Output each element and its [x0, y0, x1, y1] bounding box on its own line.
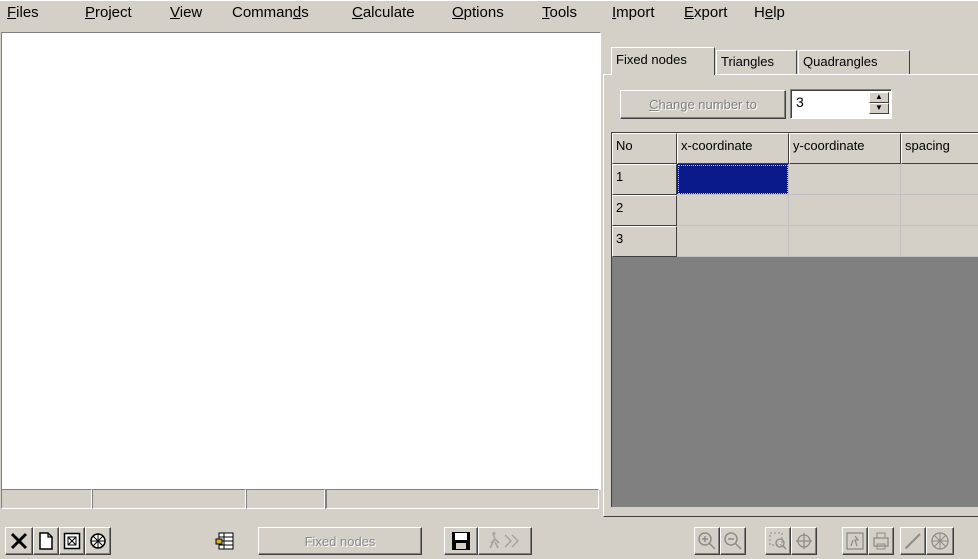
- menu-project[interactable]: Project: [85, 4, 132, 21]
- zoom-window-button[interactable]: [765, 527, 791, 555]
- delete-button[interactable]: [5, 527, 33, 555]
- menu-help[interactable]: Help: [754, 4, 785, 21]
- number-spinner[interactable]: 3 ▲ ▼: [790, 89, 892, 119]
- mode-button-label: Fixed nodes: [304, 533, 376, 549]
- status-panel-2: [92, 489, 246, 509]
- pan-icon: [796, 533, 812, 549]
- number-spinner-value: 3: [796, 94, 804, 110]
- menu-commands[interactable]: Commands: [232, 4, 309, 21]
- spreadsheet-icon: [215, 532, 234, 550]
- new-button[interactable]: [33, 527, 59, 555]
- grid-cell-spacing[interactable]: [901, 226, 978, 257]
- change-number-button[interactable]: Change number to: [620, 90, 786, 119]
- row-number: 2: [612, 195, 677, 226]
- wheel-button[interactable]: [85, 527, 111, 555]
- pan-button[interactable]: [791, 527, 817, 555]
- change-number-label: Change number to: [649, 97, 757, 112]
- grid-header-spacing: spacing: [901, 133, 978, 164]
- row-number: 1: [612, 164, 677, 195]
- menu-bar: Files Project View Commands Calculate Op…: [0, 0, 978, 24]
- run-button[interactable]: [478, 527, 532, 555]
- wheel-icon: [90, 533, 106, 549]
- refresh-button[interactable]: [842, 527, 868, 555]
- refresh-icon: [846, 532, 864, 550]
- new-page-icon: [39, 532, 53, 550]
- zoom-in-icon: [698, 532, 716, 550]
- menu-view[interactable]: View: [170, 4, 202, 21]
- mesh-icon: [931, 532, 949, 550]
- status-panel-4: [325, 489, 599, 509]
- menu-options[interactable]: Options: [452, 4, 504, 21]
- print-icon: [873, 532, 889, 550]
- menu-files[interactable]: Files: [7, 4, 39, 21]
- drawing-canvas[interactable]: [1, 32, 601, 490]
- row-number: 3: [612, 226, 677, 257]
- save-button[interactable]: [444, 527, 478, 555]
- edit-button[interactable]: [900, 527, 926, 555]
- grid-header-no: No: [612, 133, 677, 164]
- menu-tools[interactable]: Tools: [542, 4, 577, 21]
- zoom-out-button[interactable]: [720, 527, 746, 555]
- grid-cell-y[interactable]: [789, 226, 901, 257]
- tab-triangles[interactable]: Triangles: [716, 50, 797, 74]
- menu-calculate[interactable]: Calculate: [352, 4, 415, 21]
- grid-cell-spacing[interactable]: [901, 195, 978, 226]
- grid-cell-x[interactable]: [677, 164, 789, 195]
- fixed-nodes-grid[interactable]: No x-coordinate y-coordinate spacing 1 2…: [611, 132, 978, 507]
- print-button[interactable]: [868, 527, 894, 555]
- run-icon: [489, 532, 519, 549]
- grid-cell-x[interactable]: [677, 195, 789, 226]
- frame-button[interactable]: [59, 527, 85, 555]
- zoom-out-icon: [724, 532, 742, 550]
- spin-up-icon[interactable]: ▲: [869, 92, 889, 103]
- grid-cell-y[interactable]: [789, 164, 901, 195]
- tab-quadrangles[interactable]: Quadrangles: [798, 50, 910, 74]
- grid-header-y: y-coordinate: [789, 133, 901, 164]
- tab-fixed-nodes[interactable]: Fixed nodes: [611, 47, 715, 75]
- menu-export[interactable]: Export: [684, 4, 727, 21]
- mesh-button[interactable]: [926, 527, 954, 555]
- edit-icon: [905, 533, 921, 549]
- grid-cell-spacing[interactable]: [901, 164, 978, 195]
- status-panel-1: [1, 489, 92, 509]
- close-icon: [10, 532, 28, 550]
- status-panel-3: [246, 489, 325, 509]
- menu-import[interactable]: Import: [612, 4, 655, 21]
- save-icon: [452, 532, 470, 550]
- mode-button[interactable]: Fixed nodes: [258, 527, 422, 555]
- grid-cell-x[interactable]: [677, 226, 789, 257]
- spin-down-icon[interactable]: ▼: [869, 103, 889, 114]
- frame-icon: [63, 532, 81, 550]
- grid-header-x: x-coordinate: [677, 133, 789, 164]
- grid-cell-y[interactable]: [789, 195, 901, 226]
- zoom-window-icon: [769, 532, 787, 550]
- spreadsheet-button[interactable]: [211, 527, 241, 555]
- zoom-in-button[interactable]: [694, 527, 720, 555]
